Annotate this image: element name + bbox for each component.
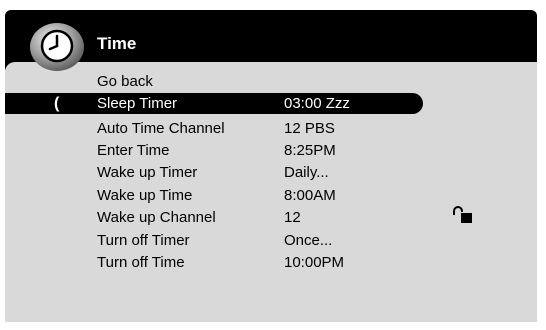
menu-item-go-back[interactable]: Go back (0, 71, 546, 92)
menu-item-value: 8:00AM (284, 187, 336, 204)
menu-item-value: 8:25PM (284, 142, 336, 159)
menu-item-label: Sleep Timer (97, 95, 178, 112)
selection-highlight (5, 93, 423, 114)
time-menu-screen: Time Go back ( Sleep Timer 03:00 Zzz Aut… (0, 0, 546, 330)
menu-item-value: Once... (284, 232, 333, 249)
menu-item-label: Turn off Timer (97, 232, 190, 249)
menu-item-turn-off-timer[interactable]: Turn off Timer Once... (0, 230, 546, 251)
menu-item-label: Wake up Channel (97, 209, 216, 226)
clock-icon (30, 23, 84, 71)
menu-item-value: 12 (284, 209, 301, 226)
selection-marker: ( (54, 95, 60, 112)
menu-item-label: Go back (97, 73, 153, 90)
menu-item-value: 10:00PM (284, 254, 345, 271)
menu-item-value: Daily... (284, 164, 329, 181)
menu-item-auto-time-channel[interactable]: Auto Time Channel 12 PBS (0, 118, 546, 139)
menu-item-wake-up-timer[interactable]: Wake up Timer Daily... (0, 162, 546, 183)
menu-item-turn-off-time[interactable]: Turn off Time 10:00PM (0, 252, 546, 273)
menu-item-wake-up-time[interactable]: Wake up Time 8:00AM (0, 185, 546, 206)
menu-item-label: Turn off Time (97, 254, 185, 271)
menu-item-sleep-timer[interactable]: ( Sleep Timer 03:00 Zzz (0, 93, 546, 114)
page-title: Time (97, 34, 137, 53)
menu-item-label: Enter Time (97, 142, 170, 159)
menu-item-label: Auto Time Channel (97, 120, 225, 137)
menu-item-label: Wake up Time (97, 187, 193, 204)
menu-item-label: Wake up Timer (97, 164, 198, 181)
menu-item-enter-time[interactable]: Enter Time 8:25PM (0, 140, 546, 161)
menu-item-value: 12 PBS (284, 120, 335, 137)
menu-item-value: 03:00 Zzz (284, 95, 350, 112)
unlocked-padlock-icon (453, 206, 472, 223)
